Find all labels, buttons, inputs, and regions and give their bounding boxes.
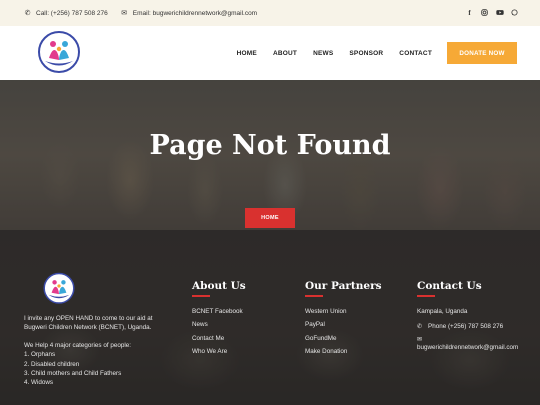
facebook-icon[interactable]: f (466, 9, 473, 17)
contact-heading: Contact Us (417, 280, 482, 292)
social-links: f (466, 0, 518, 26)
hero-banner: Page Not Found HOME (0, 80, 540, 230)
link-contact-me[interactable]: Contact Me (192, 335, 246, 342)
page-title: Page Not Found (149, 130, 391, 161)
footer-logo[interactable] (42, 272, 76, 306)
link-who-we-are[interactable]: Who We Are (192, 348, 246, 355)
contact-address: Kampala, Uganda (417, 307, 468, 315)
heading-underline (305, 295, 323, 297)
link-paypal[interactable]: PayPal (305, 321, 382, 328)
nav-about[interactable]: ABOUT (273, 50, 297, 57)
footer-intro: I invite any OPEN HAND to come to our ai… (24, 315, 153, 332)
call-text: Call: (+256) 787 508 276 (36, 9, 108, 17)
youtube-icon[interactable] (496, 9, 504, 18)
donate-now-button[interactable]: DONATE NOW (447, 42, 517, 64)
category-item: 1. Orphans (24, 351, 56, 359)
link-make-donation[interactable]: Make Donation (305, 348, 382, 355)
nav-home[interactable]: HOME (237, 50, 257, 57)
category-item: 3. Child mothers and Child Fathers (24, 370, 122, 378)
phone-icon: ✆ (417, 323, 423, 330)
link-western-union[interactable]: Western Union (305, 308, 382, 315)
footer-partners: Our Partners Western Union PayPal GoFund… (305, 280, 382, 362)
nav-sponsor[interactable]: SPONSOR (349, 50, 383, 57)
call-info[interactable]: ✆ Call: (+256) 787 508 276 (24, 9, 108, 18)
partners-heading: Our Partners (305, 280, 382, 292)
link-news[interactable]: News (192, 321, 246, 328)
contact-email[interactable]: bugwerichildrennetwork@gmail.com (417, 344, 537, 351)
contact-phone[interactable]: Phone (+256) 787 508 276 (428, 323, 503, 330)
nav-news[interactable]: NEWS (313, 50, 333, 57)
phone-icon: ✆ (24, 10, 31, 17)
contact-phone-row: ✆ Phone (+256) 787 508 276 (417, 323, 537, 330)
whatsapp-icon[interactable] (511, 8, 518, 18)
category-item: 2. Disabled children (24, 360, 80, 368)
envelope-icon: ✉ (121, 10, 128, 17)
site-footer: I invite any OPEN HAND to come to our ai… (0, 230, 540, 405)
link-gofundme[interactable]: GoFundMe (305, 335, 382, 342)
category-item: 4. Widows (24, 379, 54, 387)
top-bar: ✆ Call: (+256) 787 508 276 ✉ Email: bugw… (0, 0, 540, 26)
site-logo[interactable] (36, 30, 82, 76)
email-text: Email: bugwerichildrennetwork@gmail.com (132, 9, 258, 17)
categories-intro: We Help 4 major categories of people: (24, 341, 131, 349)
footer-about: I invite any OPEN HAND to come to our ai… (24, 272, 174, 388)
heading-underline (192, 295, 210, 297)
envelope-icon: ✉ (417, 337, 423, 343)
email-info[interactable]: ✉ Email: bugwerichildrennetwork@gmail.co… (121, 9, 258, 18)
main-nav: HOME ABOUT NEWS SPONSOR CONTACT (237, 26, 432, 80)
footer-about-us: About Us BCNET Facebook News Contact Me … (192, 280, 246, 362)
instagram-icon[interactable] (481, 8, 488, 18)
link-bcnet-facebook[interactable]: BCNET Facebook (192, 308, 246, 315)
home-button[interactable]: HOME (245, 208, 295, 228)
heading-underline (417, 295, 435, 297)
site-header: HOME ABOUT NEWS SPONSOR CONTACT DONATE N… (0, 26, 540, 80)
nav-contact[interactable]: CONTACT (399, 50, 432, 57)
footer-contact: Contact Us Kampala, Uganda ✆ Phone (+256… (417, 280, 537, 351)
about-us-heading: About Us (192, 280, 246, 292)
